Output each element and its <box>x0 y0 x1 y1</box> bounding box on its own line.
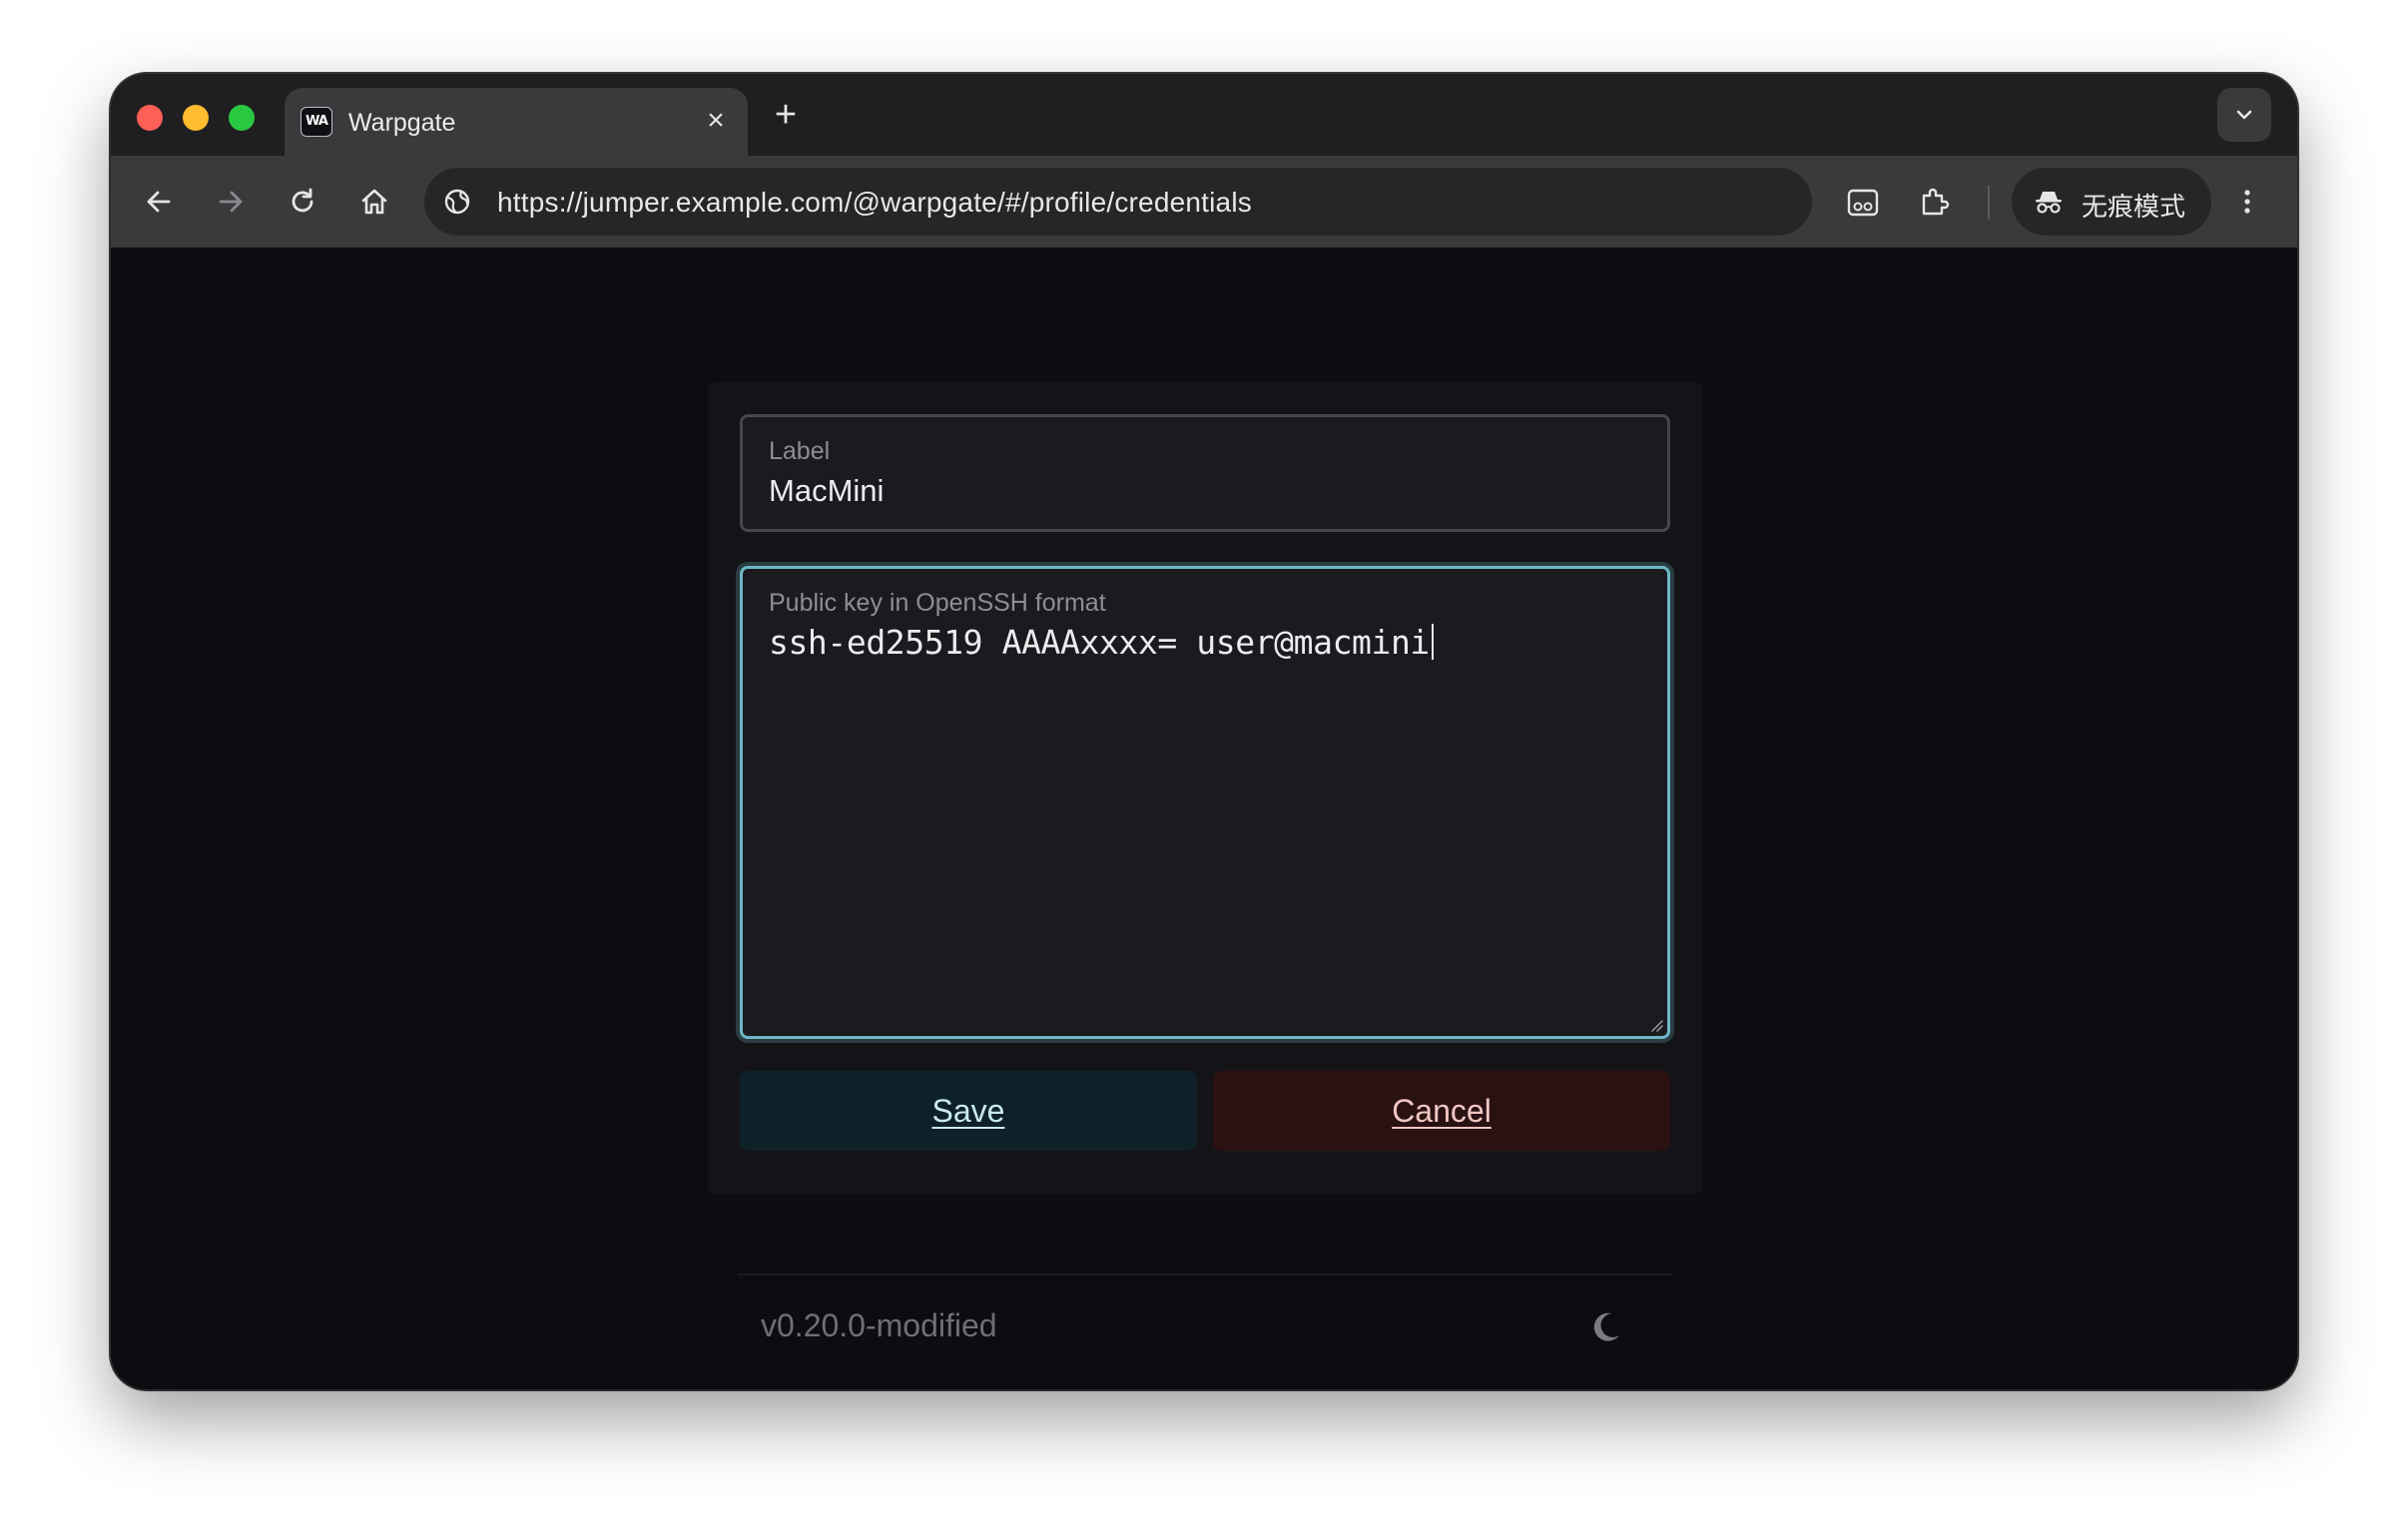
text-caret <box>1431 624 1434 660</box>
theme-toggle-button[interactable] <box>1586 1307 1626 1347</box>
public-key-value: ssh-ed25519 AAAAxxxx= user@macmini <box>769 623 1430 662</box>
extensions-button[interactable] <box>1912 180 1956 224</box>
close-window-button[interactable] <box>137 105 163 131</box>
reload-icon <box>292 188 313 213</box>
more-vertical-icon <box>2244 190 2250 214</box>
public-key-textarea[interactable]: ssh-ed25519 AAAAxxxx= user@macmini <box>769 623 1434 662</box>
cast-button[interactable] <box>1840 180 1884 224</box>
public-key-field-label: Public key in OpenSSH format <box>769 589 1106 617</box>
resize-handle-icon[interactable] <box>1649 1018 1663 1032</box>
public-key-field[interactable]: Public key in OpenSSH format ssh-ed25519… <box>740 566 1670 1039</box>
chevron-down-icon <box>2236 110 2252 120</box>
media-icon <box>1847 189 1879 217</box>
maximize-window-button[interactable] <box>229 105 255 131</box>
browser-menu-button[interactable] <box>2225 180 2269 224</box>
label-field[interactable]: Label MacMini <box>740 414 1670 532</box>
puzzle-icon <box>1922 188 1950 216</box>
label-input[interactable]: MacMini <box>769 473 884 509</box>
tab-close-icon[interactable]: × <box>700 106 732 138</box>
incognito-label: 无痕模式 <box>2082 193 2186 223</box>
forward-button[interactable] <box>209 180 253 224</box>
browser-toolbar: https://jumper.example.com/@warpgate/#/p… <box>111 156 2297 248</box>
address-bar[interactable]: https://jumper.example.com/@warpgate/#/p… <box>424 168 1812 236</box>
toolbar-divider <box>1988 186 1990 220</box>
label-field-label: Label <box>769 437 831 465</box>
version-label: v0.20.0-modified <box>761 1307 997 1343</box>
browser-window: WA Warpgate × + https://jumper.example.c… <box>111 74 2297 1389</box>
home-button[interactable] <box>352 180 396 224</box>
arrow-right-icon <box>219 191 243 213</box>
warpgate-favicon-icon: WA <box>301 107 332 137</box>
tab-title: Warpgate <box>348 109 456 137</box>
incognito-icon <box>2036 192 2062 214</box>
home-icon <box>361 189 387 215</box>
back-button[interactable] <box>137 180 181 224</box>
tab-search-button[interactable] <box>2217 88 2271 142</box>
moon-icon <box>1593 1312 1619 1341</box>
footer-divider <box>738 1274 1672 1276</box>
incognito-badge[interactable]: 无痕模式 <box>2012 168 2211 236</box>
minimize-window-button[interactable] <box>183 105 209 131</box>
tab-strip: WA Warpgate × + <box>111 74 2297 156</box>
save-button[interactable]: Save <box>740 1071 1197 1151</box>
cancel-button[interactable]: Cancel <box>1213 1071 1670 1151</box>
arrow-left-icon <box>147 191 171 213</box>
tab-warpgate[interactable]: WA Warpgate × <box>285 88 748 156</box>
new-tab-button[interactable]: + <box>764 94 808 138</box>
url-text: https://jumper.example.com/@warpgate/#/p… <box>497 187 1252 218</box>
credential-form-card: Label MacMini Public key in OpenSSH form… <box>708 382 1702 1195</box>
globe-icon <box>444 189 470 215</box>
page-content: Label MacMini Public key in OpenSSH form… <box>111 248 2297 1389</box>
reload-button[interactable] <box>281 180 324 224</box>
